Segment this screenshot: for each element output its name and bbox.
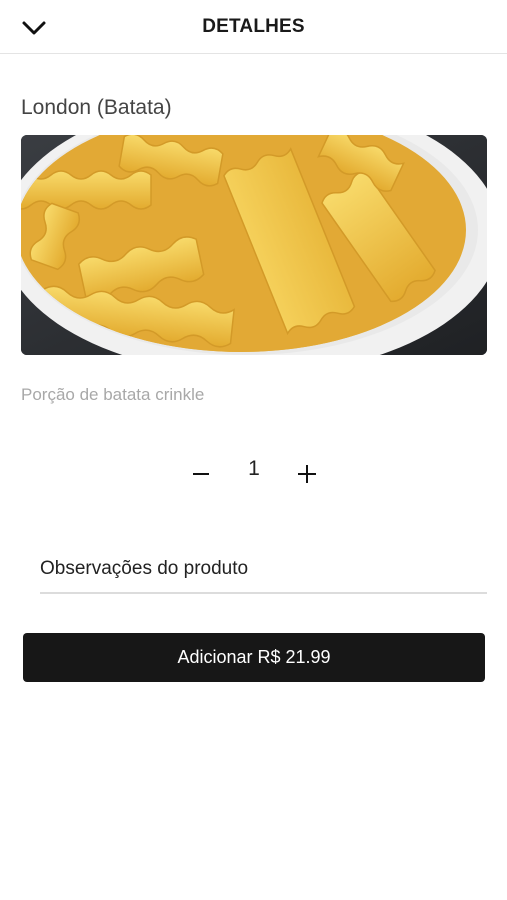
top-bar: DETALHES xyxy=(0,0,507,54)
product-image xyxy=(21,135,487,355)
increase-quantity-button[interactable] xyxy=(293,460,321,488)
quantity-value: 1 xyxy=(248,457,260,480)
plus-icon xyxy=(298,465,316,483)
product-description: Porção de batata crinkle xyxy=(21,385,205,404)
minus-icon xyxy=(193,473,209,475)
quantity-stepper: 1 xyxy=(0,452,507,492)
add-to-cart-button[interactable]: Adicionar R$ 21.99 xyxy=(23,633,485,682)
page-title: DETALHES xyxy=(202,16,305,37)
product-name: London (Batata) xyxy=(21,96,172,119)
product-notes-field[interactable] xyxy=(40,546,487,594)
decrease-quantity-button[interactable] xyxy=(187,460,215,488)
